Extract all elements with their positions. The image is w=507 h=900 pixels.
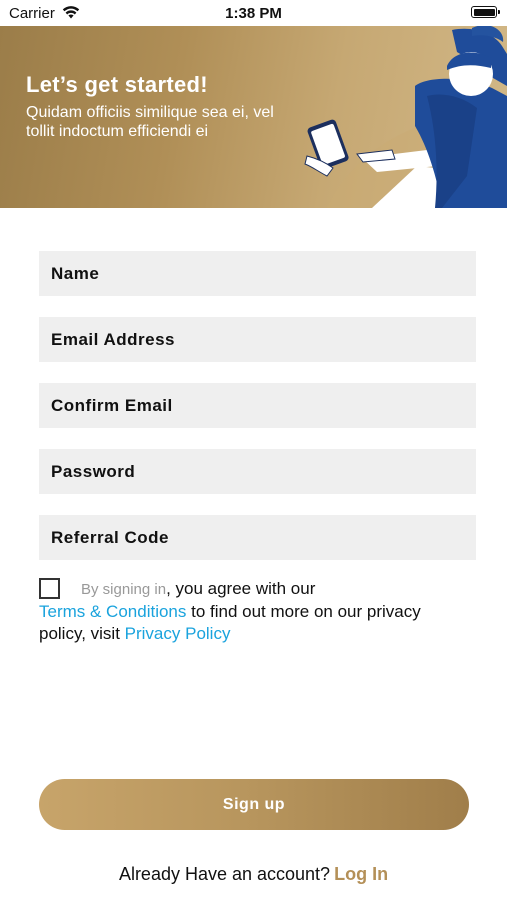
email-address-field[interactable] — [39, 317, 476, 362]
login-question: Already Have an account? — [118, 864, 331, 884]
person-with-phone-illustration — [304, 26, 507, 208]
banner-title: Let’s get started! — [26, 72, 208, 97]
confirm-email-field[interactable] — [39, 383, 476, 428]
agreement-text-1: , you agree with our — [166, 579, 316, 598]
referral-code-field[interactable] — [39, 515, 476, 560]
log-in-link[interactable]: Log In — [334, 864, 388, 884]
banner-subtitle: Quidam officiis similique sea ei, vel to… — [26, 104, 274, 140]
status-time: 1:38 PM — [225, 5, 282, 22]
terms-agreement-text: By signing in, you agree with our Terms … — [39, 578, 459, 645]
privacy-policy-link[interactable]: Privacy Policy — [125, 624, 231, 643]
sign-up-button[interactable]: Sign up — [39, 779, 469, 830]
terms-conditions-link[interactable]: Terms & Conditions — [39, 602, 186, 621]
battery-icon — [471, 6, 500, 18]
password-field[interactable] — [39, 449, 476, 494]
status-bar: Carrier 1:38 PM — [0, 0, 507, 26]
login-prompt: Already Have an account? Log In — [0, 864, 507, 885]
name-field[interactable] — [39, 251, 476, 296]
header-banner: Let’s get started! Quidam officiis simil… — [0, 26, 507, 208]
agreement-muted-text: By signing in — [81, 581, 167, 598]
